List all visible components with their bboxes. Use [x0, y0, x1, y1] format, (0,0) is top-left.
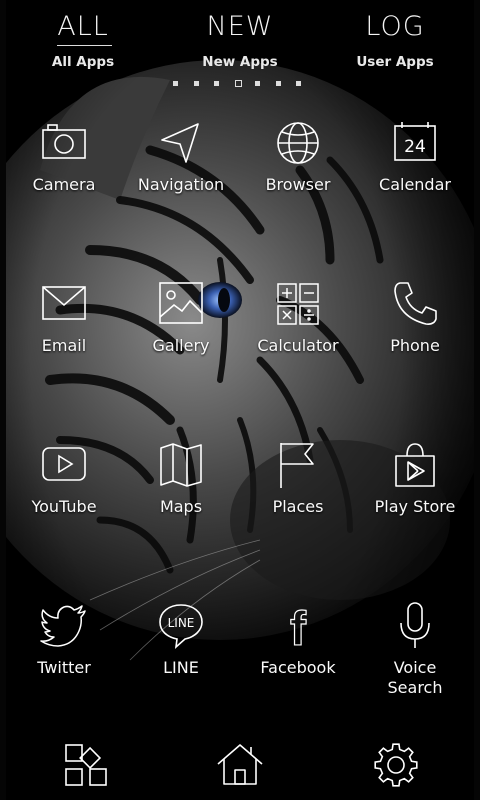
app-email[interactable]: Email [5, 279, 123, 399]
app-label: Facebook [260, 658, 336, 677]
app-line[interactable]: LINE LINE [122, 601, 240, 721]
app-label: YouTube [31, 497, 97, 516]
flag-icon [273, 440, 323, 490]
image-icon [156, 279, 206, 329]
app-browser[interactable]: Browser [239, 118, 357, 238]
page-indicator [173, 80, 308, 88]
shopping-bag-icon [390, 440, 440, 490]
app-label: Play Store [374, 497, 456, 516]
bird-icon [39, 601, 89, 651]
facebook-glyph: f [290, 603, 307, 651]
app-navigation[interactable]: Navigation [122, 118, 240, 238]
active-tab-underline [57, 45, 112, 46]
tab-title: ALL [57, 11, 109, 42]
app-label: Maps [159, 497, 203, 516]
dock [0, 740, 480, 795]
app-youtube[interactable]: YouTube [5, 440, 123, 560]
app-label: Camera [32, 175, 96, 194]
page-dot [214, 81, 219, 86]
app-calendar[interactable]: 24 Calendar [356, 118, 474, 238]
app-camera[interactable]: Camera [5, 118, 123, 238]
map-icon [156, 440, 206, 490]
app-label: Voice Search [387, 658, 443, 697]
widgets-button[interactable] [61, 740, 111, 790]
app-phone[interactable]: Phone [356, 279, 474, 399]
app-gallery[interactable]: Gallery [122, 279, 240, 399]
envelope-icon [39, 279, 89, 329]
page-dot [173, 81, 178, 86]
tab-all-apps[interactable]: ALL All Apps [13, 10, 153, 70]
app-label: Navigation [137, 175, 225, 194]
home-icon [217, 744, 263, 785]
page-dot [275, 81, 281, 86]
app-calculator[interactable]: Calculator [239, 279, 357, 399]
globe-icon [273, 118, 323, 168]
page-dot [296, 81, 301, 86]
app-label: Places [272, 497, 324, 516]
tab-title: NEW [206, 11, 274, 42]
page-dot [255, 81, 260, 86]
gear-icon [374, 743, 418, 787]
phone-icon [390, 279, 440, 329]
grid-squares-icon [65, 744, 107, 786]
tab-subtitle: User Apps [356, 54, 434, 70]
navigation-icon [156, 118, 206, 168]
tab-user-apps[interactable]: LOG User Apps [325, 10, 465, 70]
app-label: Twitter [37, 658, 91, 677]
app-places[interactable]: Places [239, 440, 357, 560]
camera-icon [39, 118, 89, 168]
app-label: Gallery [152, 336, 210, 355]
page-dot [234, 80, 242, 87]
tab-subtitle: All Apps [51, 54, 115, 70]
app-play-store[interactable]: Play Store [356, 440, 474, 560]
tab-subtitle: New Apps [202, 54, 278, 70]
home-button[interactable] [215, 740, 265, 790]
app-label: Browser [265, 175, 331, 194]
play-icon [39, 440, 89, 490]
calendar-icon: 24 [390, 118, 440, 168]
tab-new-apps[interactable]: NEW New Apps [170, 10, 310, 70]
line-badge-text: LINE [168, 616, 195, 630]
microphone-icon [390, 601, 440, 651]
app-maps[interactable]: Maps [122, 440, 240, 560]
tab-title: LOG [365, 11, 425, 42]
calculator-icon [273, 279, 323, 329]
settings-button[interactable] [371, 740, 421, 790]
app-label: Calculator [257, 336, 339, 355]
app-facebook[interactable]: f Facebook [239, 601, 357, 721]
app-label: Phone [390, 336, 440, 355]
facebook-f-icon: f [273, 601, 323, 656]
calendar-day: 24 [404, 137, 426, 157]
line-bubble-icon: LINE [156, 601, 206, 651]
app-voice-search[interactable]: Voice Search [356, 601, 474, 721]
app-label: Email [41, 336, 87, 355]
page-dot [193, 81, 199, 86]
app-twitter[interactable]: Twitter [5, 601, 123, 721]
right-edge [474, 0, 480, 800]
app-label: LINE [163, 658, 199, 677]
app-label: Calendar [379, 175, 451, 194]
